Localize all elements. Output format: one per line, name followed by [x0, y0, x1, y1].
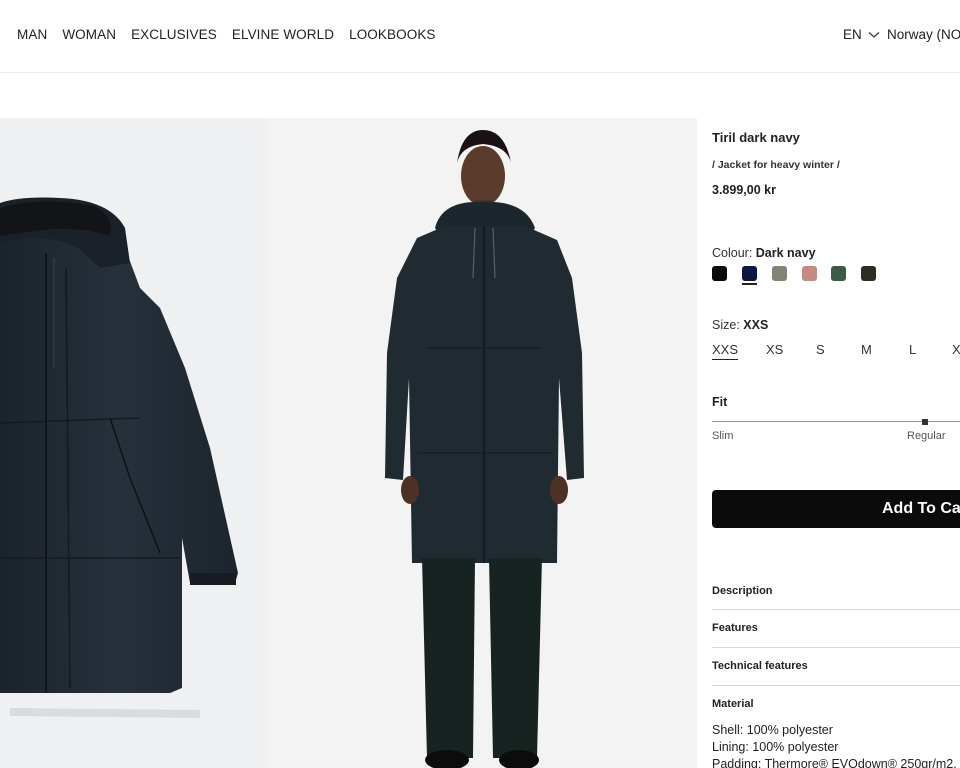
nav-elvine-world[interactable]: ELVINE WORLD [232, 27, 334, 42]
size-label-text: Size: [712, 318, 740, 332]
size-option-xl[interactable]: X [952, 342, 960, 357]
fit-indicator [922, 419, 929, 425]
size-option-m[interactable]: M [861, 342, 872, 357]
colour-label-text: Colour: [712, 246, 753, 260]
swatch-selected-indicator [742, 283, 757, 285]
size-option-xxs[interactable]: XXS [712, 342, 739, 360]
accordion-technical-label: Technical features [712, 660, 808, 672]
material-padding: Padding: Thermore® EVOdown® 250gr/m2, [712, 757, 957, 768]
swatch-dark-olive[interactable] [861, 266, 876, 281]
product-info-panel: Tiril dark navy / Jacket for heavy winte… [712, 0, 960, 768]
product-name: Tiril dark navy [712, 130, 800, 145]
add-to-cart-button[interactable]: Add To Car [712, 490, 960, 528]
swatch-olive-grey[interactable] [772, 266, 787, 281]
nav-lookbooks[interactable]: LOOKBOOKS [349, 27, 435, 42]
size-option-xs[interactable]: XS [766, 342, 783, 357]
product-image-model[interactable] [267, 118, 697, 768]
swatch-black[interactable] [712, 266, 727, 281]
product-price: 3.899,00 kr [712, 183, 776, 197]
swatch-green[interactable] [831, 266, 846, 281]
colour-selected: Dark navy [755, 246, 816, 260]
material-heading: Material [712, 698, 754, 710]
model-illustration [385, 130, 584, 768]
nav-woman[interactable]: WOMAN [62, 27, 116, 42]
fit-min-label: Slim [712, 430, 734, 442]
colour-label: Colour: Dark navy [712, 246, 816, 260]
nav-man[interactable]: MAN [17, 27, 47, 42]
product-image-flatlay[interactable] [0, 118, 267, 768]
main-nav: MAN WOMAN EXCLUSIVES ELVINE WORLD LOOKBO… [17, 27, 451, 42]
add-to-cart-label: Add To Car [882, 500, 960, 517]
size-options: XXS XS S M L X [712, 342, 960, 362]
accordion-description[interactable]: Description [712, 572, 960, 610]
fit-label: Fit [712, 395, 728, 409]
size-label: Size: XXS [712, 318, 768, 332]
size-option-l[interactable]: L [909, 342, 916, 357]
product-subtitle: / Jacket for heavy winter / [712, 159, 840, 171]
size-selected: XXS [743, 318, 769, 332]
nav-exclusives[interactable]: EXCLUSIVES [131, 27, 217, 42]
swatch-dusty-pink[interactable] [802, 266, 817, 281]
swatch-dark-navy[interactable] [742, 266, 757, 281]
jacket-flatlay-illustration [0, 197, 238, 718]
size-option-s[interactable]: S [816, 342, 825, 357]
accordion-technical-features[interactable]: Technical features [712, 648, 960, 686]
accordion-features-label: Features [712, 622, 758, 634]
material-shell: Shell: 100% polyester [712, 723, 833, 737]
accordion-description-label: Description [712, 585, 773, 597]
material-lining: Lining: 100% polyester [712, 740, 839, 754]
fit-max-label: Regular [907, 430, 946, 442]
accordion-features[interactable]: Features [712, 610, 960, 648]
